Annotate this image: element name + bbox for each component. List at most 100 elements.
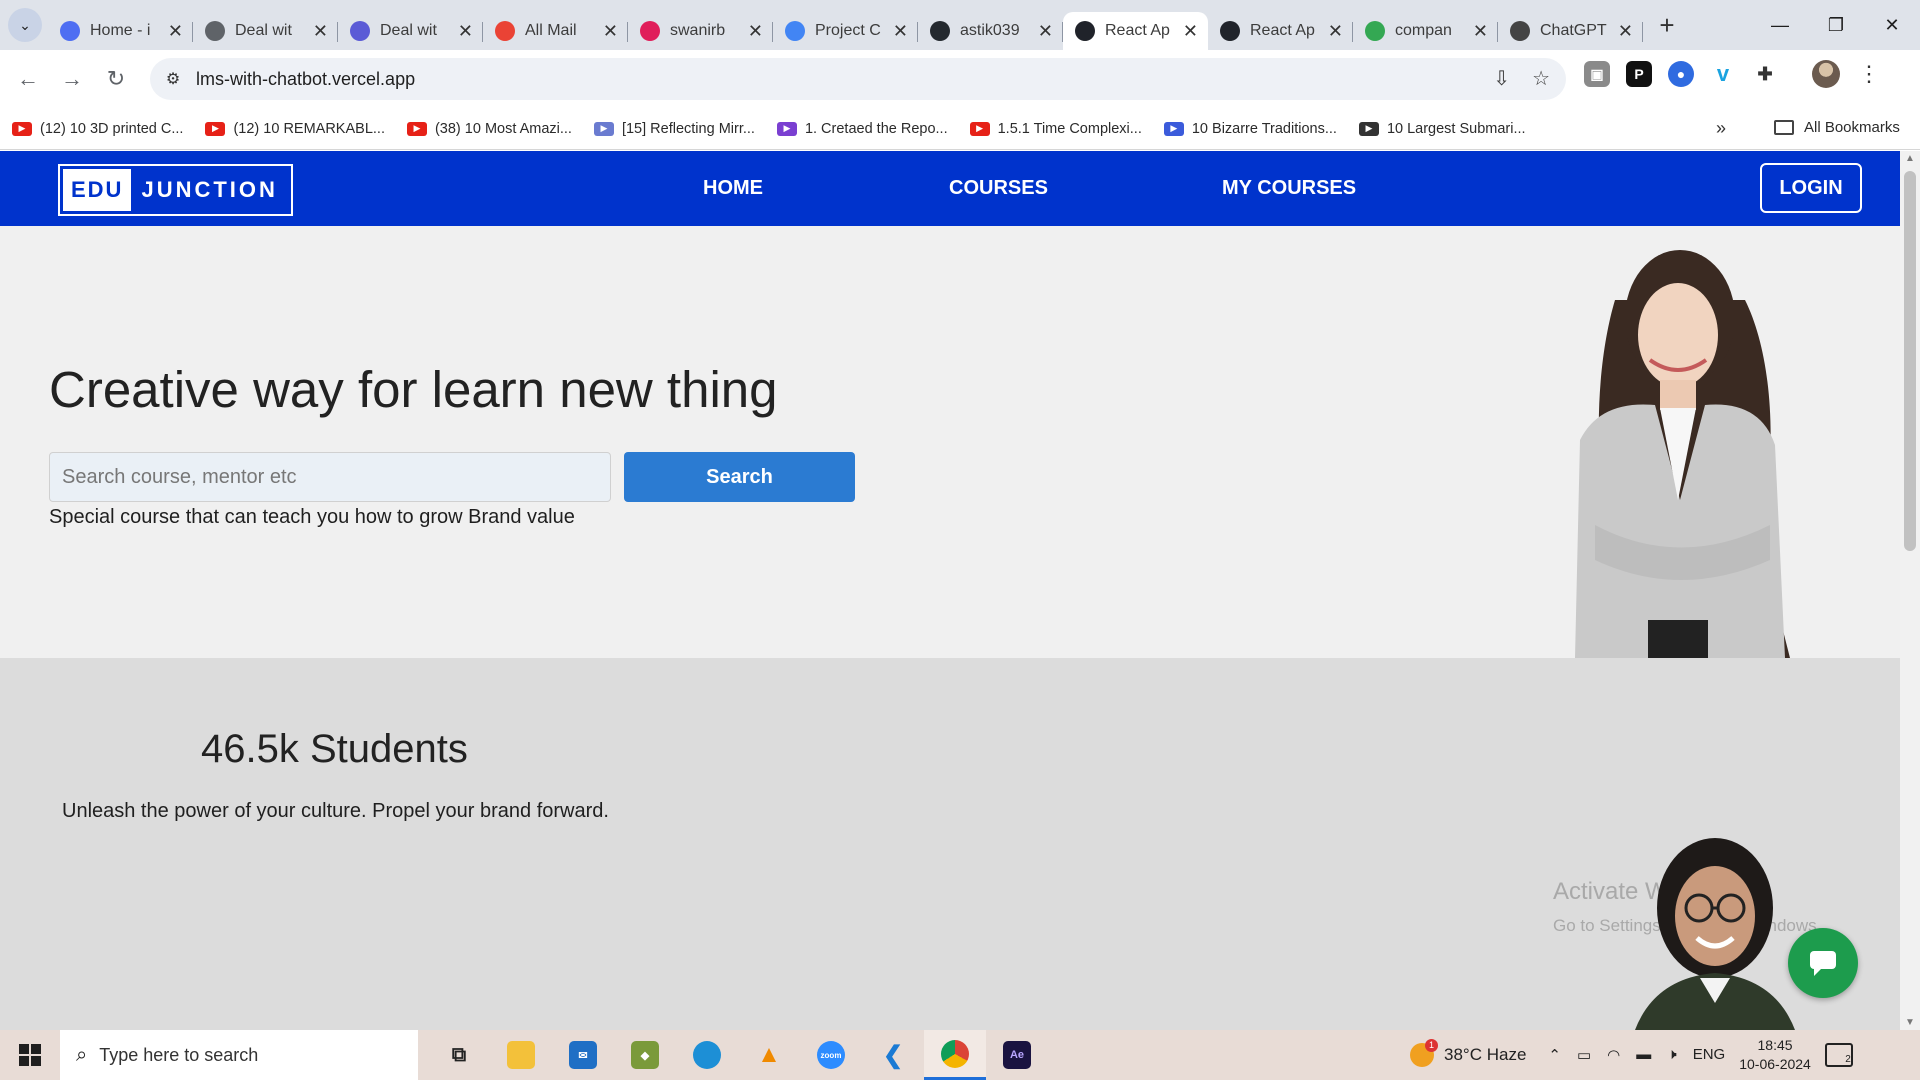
extension-icon[interactable]: ● xyxy=(1668,61,1694,87)
task-view-icon[interactable]: ⧉ xyxy=(428,1030,490,1080)
chatbot-assistant-image xyxy=(1635,838,1795,1030)
more-bookmarks-icon[interactable]: » xyxy=(1716,118,1726,139)
profile-avatar[interactable] xyxy=(1812,60,1840,88)
extension-icon[interactable]: P xyxy=(1626,61,1652,87)
bookmark-label: [15] Reflecting Mirr... xyxy=(621,120,755,137)
install-app-icon[interactable]: ⇩ xyxy=(1493,66,1510,91)
all-bookmarks-button[interactable]: All Bookmarks xyxy=(1774,119,1900,136)
reload-button[interactable]: ↻ xyxy=(96,59,136,99)
clock-date: 10-06-2024 xyxy=(1739,1056,1811,1072)
tab-favicon-icon xyxy=(495,21,515,41)
tab-close-icon[interactable]: ✕ xyxy=(1473,21,1488,42)
after-effects-icon[interactable]: Ae xyxy=(986,1030,1048,1080)
new-tab-button[interactable]: + xyxy=(1649,7,1685,43)
browser-tab[interactable]: React Ap ✕ xyxy=(1208,12,1353,50)
vimeo-extension-icon[interactable]: v xyxy=(1710,61,1736,87)
bookmark-item[interactable]: ▶ 1. Cretaed the Repo... xyxy=(776,121,948,137)
browser-tab[interactable]: compan ✕ xyxy=(1353,12,1498,50)
start-button[interactable] xyxy=(0,1030,60,1080)
tab-close-icon[interactable]: ✕ xyxy=(1183,21,1198,42)
nav-home[interactable]: HOME xyxy=(703,177,763,200)
weather-widget[interactable]: 38°C Haze xyxy=(1410,1039,1526,1067)
forward-button[interactable]: → xyxy=(52,59,92,99)
search-button[interactable]: Search xyxy=(624,452,855,502)
bookmark-item[interactable]: ▶ [15] Reflecting Mirr... xyxy=(593,120,755,137)
tab-close-icon[interactable]: ✕ xyxy=(893,21,908,42)
tab-close-icon[interactable]: ✕ xyxy=(1328,21,1343,42)
mail-icon[interactable]: ✉ xyxy=(552,1030,614,1080)
hero-subtitle: Special course that can teach you how to… xyxy=(49,506,575,528)
tab-close-icon[interactable]: ✕ xyxy=(603,21,618,42)
browser-tab[interactable]: Project C ✕ xyxy=(773,12,918,50)
browser-tab[interactable]: Deal wit ✕ xyxy=(338,12,483,50)
clock[interactable]: 18:45 10-06-2024 xyxy=(1739,1036,1811,1074)
app-icon[interactable]: ◆ xyxy=(614,1030,676,1080)
minimize-icon[interactable]: — xyxy=(1752,0,1808,50)
tab-close-icon[interactable]: ✕ xyxy=(1618,21,1633,42)
bookmark-label: 1.5.1 Time Complexi... xyxy=(997,120,1142,137)
bookmark-item[interactable]: ▶ (12) 10 3D printed C... xyxy=(12,121,183,137)
bookmark-item[interactable]: ▶ (12) 10 REMARKABL... xyxy=(205,121,385,137)
tab-title: ChatGPT xyxy=(1540,22,1607,39)
chrome-icon[interactable] xyxy=(924,1030,986,1080)
tab-title: React Ap xyxy=(1250,22,1315,39)
meet-now-icon[interactable]: ▭ xyxy=(1577,1046,1591,1064)
url-text[interactable]: lms-with-chatbot.vercel.app xyxy=(196,69,415,90)
close-window-icon[interactable]: ✕ xyxy=(1864,0,1920,50)
tab-close-icon[interactable]: ✕ xyxy=(1038,21,1053,42)
scrollbar-thumb[interactable] xyxy=(1904,171,1916,551)
address-bar[interactable]: ⚙ lms-with-chatbot.vercel.app ⇩ ☆ xyxy=(150,58,1566,100)
browser-tab[interactable]: ChatGPT ✕ xyxy=(1498,12,1643,50)
site-settings-icon[interactable]: ⚙ xyxy=(158,64,188,94)
extension-icon[interactable]: ▣ xyxy=(1584,61,1610,87)
tab-close-icon[interactable]: ✕ xyxy=(748,21,763,42)
course-search-input[interactable] xyxy=(49,452,611,502)
bookmark-item[interactable]: ▶ 1.5.1 Time Complexi... xyxy=(969,120,1142,137)
site-navbar: EDU JUNCTION HOME COURSES MY COURSES LOG… xyxy=(0,151,1900,226)
browser-menu-icon[interactable]: ⋮ xyxy=(1858,61,1880,87)
taskbar-search-box[interactable]: ⌕ Type here to search xyxy=(60,1030,418,1080)
language-indicator[interactable]: ENG xyxy=(1693,1046,1726,1064)
tab-close-icon[interactable]: ✕ xyxy=(458,21,473,42)
browser-tab[interactable]: All Mail ✕ xyxy=(483,12,628,50)
browser-tab[interactable]: React Ap ✕ xyxy=(1063,12,1208,50)
vlc-icon[interactable]: ▲ xyxy=(738,1030,800,1080)
nav-courses[interactable]: COURSES xyxy=(949,177,1048,200)
browser-tab[interactable]: Home - i ✕ xyxy=(48,12,193,50)
restore-icon[interactable]: ❐ xyxy=(1808,0,1864,50)
tab-favicon-icon xyxy=(1365,21,1385,41)
notification-center-icon[interactable]: 2 xyxy=(1824,1043,1853,1067)
system-tray: 38°C Haze ⌃ ▭ ◠ ▬ 🕨 ENG 18:45 10-06-2024… xyxy=(1410,1030,1853,1080)
back-button[interactable]: ← xyxy=(8,59,48,99)
bookmark-item[interactable]: ▶ 10 Largest Submari... xyxy=(1358,121,1526,137)
notification-count: 2 xyxy=(1845,1054,1851,1065)
scroll-up-icon[interactable]: ▲ xyxy=(1905,153,1915,164)
vscode-icon[interactable]: ❮ xyxy=(862,1030,924,1080)
battery-icon[interactable]: ▬ xyxy=(1636,1046,1651,1064)
edge-icon[interactable] xyxy=(676,1030,738,1080)
tab-strip: Home - i ✕ Deal wit ✕ Deal wit ✕ All Mail ✕ swan… xyxy=(48,0,1643,50)
tab-title: Home - i xyxy=(90,22,151,39)
bookmark-star-icon[interactable]: ☆ xyxy=(1532,66,1550,91)
zoom-icon[interactable]: zoom xyxy=(800,1030,862,1080)
file-explorer-icon[interactable] xyxy=(490,1030,552,1080)
bookmark-item[interactable]: ▶ (38) 10 Most Amazi... xyxy=(406,121,572,137)
chevron-up-icon[interactable]: ⌃ xyxy=(1548,1046,1561,1064)
bookmark-favicon-icon: ▶ xyxy=(406,121,427,136)
browser-tab[interactable]: swanirb ✕ xyxy=(628,12,773,50)
tab-search-button[interactable]: ⌄ xyxy=(8,8,42,42)
scroll-down-icon[interactable]: ▼ xyxy=(1905,1017,1915,1028)
browser-tab[interactable]: astik039 ✕ xyxy=(918,12,1063,50)
volume-muted-icon[interactable]: 🕨 xyxy=(1667,1046,1676,1064)
puzzle-extensions-icon[interactable]: ✚ xyxy=(1752,61,1778,87)
tab-close-icon[interactable]: ✕ xyxy=(313,21,328,42)
tab-title: astik039 xyxy=(960,22,1020,39)
login-button[interactable]: LOGIN xyxy=(1760,163,1862,213)
chat-button[interactable] xyxy=(1788,928,1858,998)
wifi-icon[interactable]: ◠ xyxy=(1607,1046,1620,1064)
tab-close-icon[interactable]: ✕ xyxy=(168,21,183,42)
page-scrollbar[interactable]: ▲ ▼ xyxy=(1900,151,1920,1030)
browser-tab[interactable]: Deal wit ✕ xyxy=(193,12,338,50)
bookmark-item[interactable]: ▶ 10 Bizarre Traditions... xyxy=(1163,121,1337,137)
nav-my-courses[interactable]: MY COURSES xyxy=(1222,177,1356,200)
